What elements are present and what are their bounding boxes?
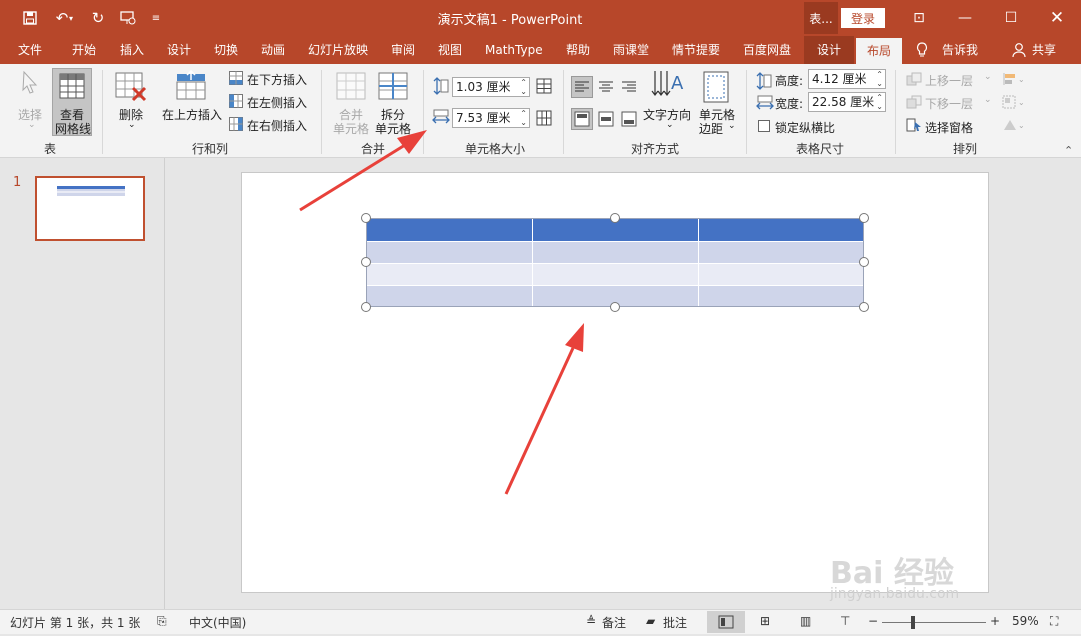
annotation-arrows (299, 130, 584, 495)
notes-button[interactable]: 备注 (602, 614, 626, 631)
comments-button[interactable]: 批注 (663, 614, 687, 631)
zoom-slider[interactable] (882, 622, 986, 623)
slide-sorter-icon[interactable]: ⊞ (760, 614, 770, 628)
watermark-url: jingyan.baidu.com (830, 586, 960, 602)
annotation-arrow-head-lower (565, 323, 584, 352)
slideshow-view-icon[interactable]: ⊤ (840, 614, 850, 628)
zoom-level[interactable]: 59% (1012, 614, 1039, 628)
reading-view-icon[interactable]: ▥ (800, 614, 811, 628)
zoom-slider-thumb[interactable] (911, 616, 915, 629)
status-bar: 幻灯片 第 1 张，共 1 张 ⎘ 中文(中国) ≜ 备注 ▰ 批注 ⊞ ▥ ⊤… (0, 609, 1081, 634)
comments-icon[interactable]: ▰ (646, 614, 655, 628)
language-indicator[interactable]: 中文(中国) (189, 614, 246, 631)
zoom-in-icon[interactable]: + (990, 614, 1000, 628)
zoom-out-icon[interactable]: − (868, 614, 878, 628)
accessibility-icon[interactable]: ⎘ (157, 614, 167, 629)
normal-view-button[interactable] (707, 611, 745, 633)
fit-to-window-icon[interactable]: ⛶ (1050, 614, 1058, 629)
slide-count: 幻灯片 第 1 张，共 1 张 (10, 616, 141, 630)
notes-icon[interactable]: ≜ (586, 614, 596, 628)
annotation-arrow-head-upper (397, 130, 427, 154)
